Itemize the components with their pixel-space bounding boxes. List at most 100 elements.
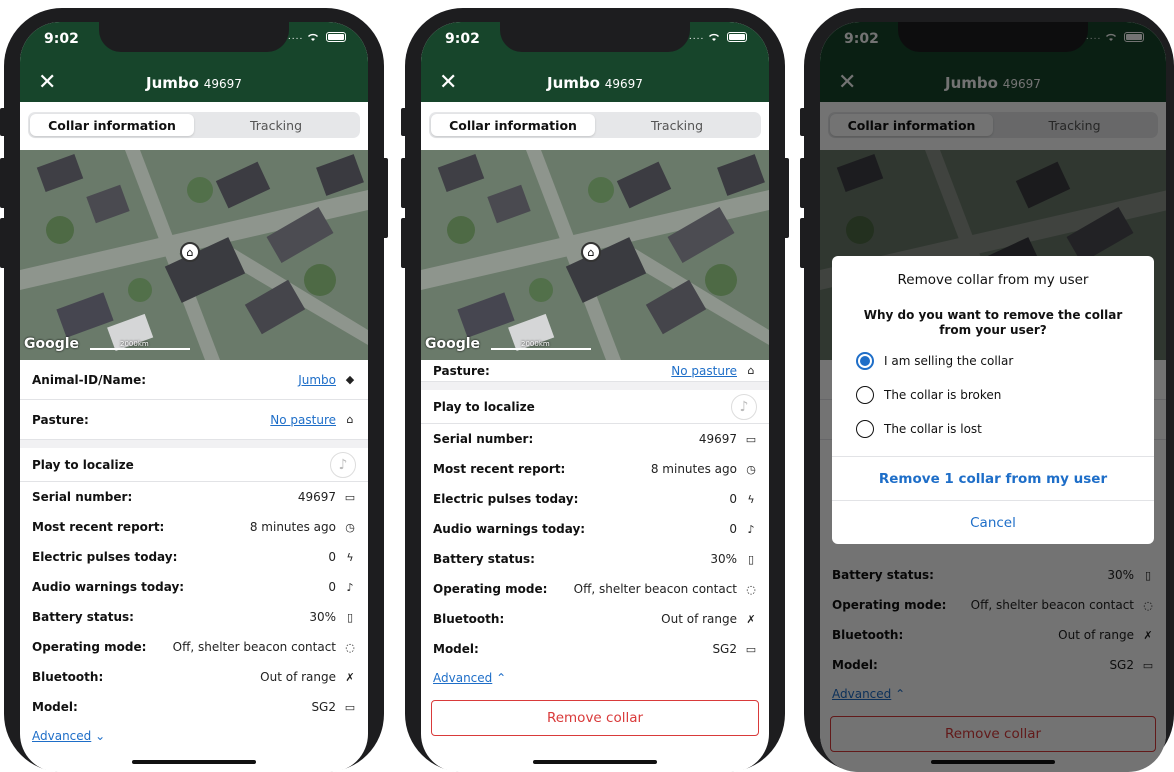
lightning-icon: ϟ: [346, 550, 354, 564]
map-view[interactable]: ⌂ Google 2000km: [20, 150, 368, 360]
note-icon: ♪: [346, 580, 354, 594]
bluetooth-off-icon: ✗: [345, 670, 355, 684]
battery-icon: [326, 32, 346, 42]
remove-collar-button[interactable]: Remove collar: [431, 700, 759, 736]
collar-info-list: Pasture: No pasture ⌂ Play to localize ♪ …: [421, 360, 769, 736]
stage: 9:02 ..... ✕ Jumbo 49697 Collar informat…: [0, 0, 1174, 772]
row-play-to-localize: Play to localize ♪: [421, 382, 769, 424]
row-serial: Serial number: 49697 ▭: [433, 432, 757, 446]
device-icon: ▭: [344, 700, 356, 714]
battery-icon: ▯: [747, 552, 755, 566]
dashed-circle-icon: ◌: [746, 582, 756, 596]
home-icon: ⌂: [346, 413, 354, 426]
radio-icon: [856, 420, 874, 438]
clock-icon: ◷: [345, 520, 355, 534]
chevron-down-icon: ⌄: [95, 729, 106, 743]
tag-icon: ◆: [345, 373, 355, 386]
screen: 9:02 ..... ✕ Jumbo 49697 Collar informat…: [20, 22, 368, 772]
screen: 9:02 ..... ✕ Jumbo 49697 Collar informat…: [820, 22, 1166, 772]
home-icon: ⌂: [747, 364, 755, 377]
phone-2: 9:02 ..... ✕ Jumbo 49697 Collar informat…: [401, 8, 789, 772]
row-audio: Audio warnings today: 0 ♪: [20, 572, 368, 602]
lightning-icon: ϟ: [747, 492, 755, 506]
device-icon: ▭: [344, 490, 356, 504]
row-report: Most recent report: 8 minutes ago ◷: [433, 462, 756, 476]
tab-collar-information[interactable]: Collar information: [431, 114, 595, 136]
advanced-toggle[interactable]: Advanced ⌃: [421, 664, 769, 692]
row-battery: Battery status:30%▯: [20, 602, 368, 632]
row-bluetooth: Bluetooth:Out of range✗: [32, 670, 355, 684]
row-battery: Battery status:30%▯: [421, 544, 769, 574]
row-pasture: Pasture: No pasture ⌂: [20, 400, 368, 440]
row-mode: Operating mode:Off, shelter beacon conta…: [32, 640, 355, 654]
row-bluetooth: Bluetooth:Out of range✗: [433, 612, 756, 626]
map-scale-label: 2000km: [120, 340, 149, 348]
screen: 9:02 ..... ✕ Jumbo 49697 Collar informat…: [421, 22, 769, 772]
row-model: Model:SG2▭: [433, 642, 757, 656]
confirm-remove-button[interactable]: Remove 1 collar from my user: [832, 456, 1154, 500]
remove-collar-dialog: Remove collar from my user Why do you wa…: [832, 256, 1154, 544]
cancel-button[interactable]: Cancel: [832, 500, 1154, 544]
row-pulses: Electric pulses today: 0 ϟ: [20, 542, 368, 572]
home-indicator[interactable]: [132, 760, 256, 764]
row-pulses: Electric pulses today: 0 ϟ: [421, 484, 769, 514]
tab-bar: Collar information Tracking: [28, 112, 360, 138]
tab-tracking[interactable]: Tracking: [595, 114, 759, 136]
chevron-up-icon: ⌃: [496, 671, 507, 685]
play-sound-button[interactable]: ♪: [731, 393, 757, 420]
play-sound-button[interactable]: ♪: [330, 451, 356, 478]
note-icon: ♪: [747, 522, 755, 536]
phone-3: 9:02 ..... ✕ Jumbo 49697 Collar informat…: [800, 8, 1174, 772]
wifi-icon: [308, 33, 318, 41]
home-indicator[interactable]: [533, 760, 657, 764]
battery-icon: [727, 32, 747, 42]
pasture-link[interactable]: No pasture: [671, 364, 737, 378]
home-pin-icon[interactable]: ⌂: [581, 242, 601, 262]
home-pin-icon[interactable]: ⌂: [180, 242, 200, 262]
radio-selected-icon: [856, 352, 874, 370]
tab-bar: Collar information Tracking: [429, 112, 761, 138]
status-icons: .....: [284, 32, 346, 42]
device-icon: ▭: [745, 432, 757, 446]
row-mode: Operating mode:Off, shelter beacon conta…: [433, 582, 756, 596]
map-scale-label: 2000km: [521, 340, 550, 348]
battery-icon: ▯: [346, 610, 354, 624]
row-report: Most recent report: 8 minutes ago ◷: [32, 520, 355, 534]
notch: [500, 22, 690, 52]
animal-name-link[interactable]: Jumbo: [298, 373, 336, 387]
google-logo: Google: [24, 336, 80, 352]
wifi-icon: [709, 33, 719, 41]
google-logo: Google: [425, 336, 481, 352]
row-serial: Serial number: 49697 ▭: [32, 490, 356, 504]
option-broken[interactable]: The collar is broken: [832, 378, 1154, 412]
option-lost[interactable]: The collar is lost: [832, 412, 1154, 446]
status-time: 9:02: [44, 31, 79, 47]
radio-icon: [856, 386, 874, 404]
tab-tracking[interactable]: Tracking: [194, 114, 358, 136]
row-model: Model:SG2▭: [32, 700, 356, 714]
row-audio: Audio warnings today: 0 ♪: [421, 514, 769, 544]
row-animal-name: Animal-ID/Name: Jumbo ◆: [20, 360, 368, 400]
map-scale: [90, 348, 190, 350]
status-time: 9:02: [445, 31, 480, 47]
notch: [99, 22, 289, 52]
phone-1: 9:02 ..... ✕ Jumbo 49697 Collar informat…: [0, 8, 388, 772]
row-play-to-localize: Play to localize ♪: [20, 440, 368, 482]
dialog-question: Why do you want to remove the collar fro…: [863, 308, 1123, 337]
row-pasture: Pasture: No pasture ⌂: [421, 360, 769, 382]
option-selling[interactable]: I am selling the collar: [832, 344, 1154, 378]
dialog-title: Remove collar from my user: [897, 272, 1089, 288]
clock-icon: ◷: [746, 462, 756, 476]
map-view[interactable]: ⌂ Google 2000km: [421, 150, 769, 360]
page-title: Jumbo 49697: [146, 74, 242, 92]
device-icon: ▭: [745, 642, 757, 656]
bluetooth-off-icon: ✗: [746, 612, 756, 626]
status-icons: .....: [685, 32, 747, 42]
dashed-circle-icon: ◌: [345, 640, 355, 654]
collar-info-list: Animal-ID/Name: Jumbo ◆ Pasture: No pastu…: [20, 360, 368, 750]
tab-collar-information[interactable]: Collar information: [30, 114, 194, 136]
pasture-link[interactable]: No pasture: [270, 413, 336, 427]
page-title: Jumbo 49697: [547, 74, 643, 92]
advanced-toggle[interactable]: Advanced ⌄: [20, 722, 368, 750]
map-scale: [491, 348, 591, 350]
